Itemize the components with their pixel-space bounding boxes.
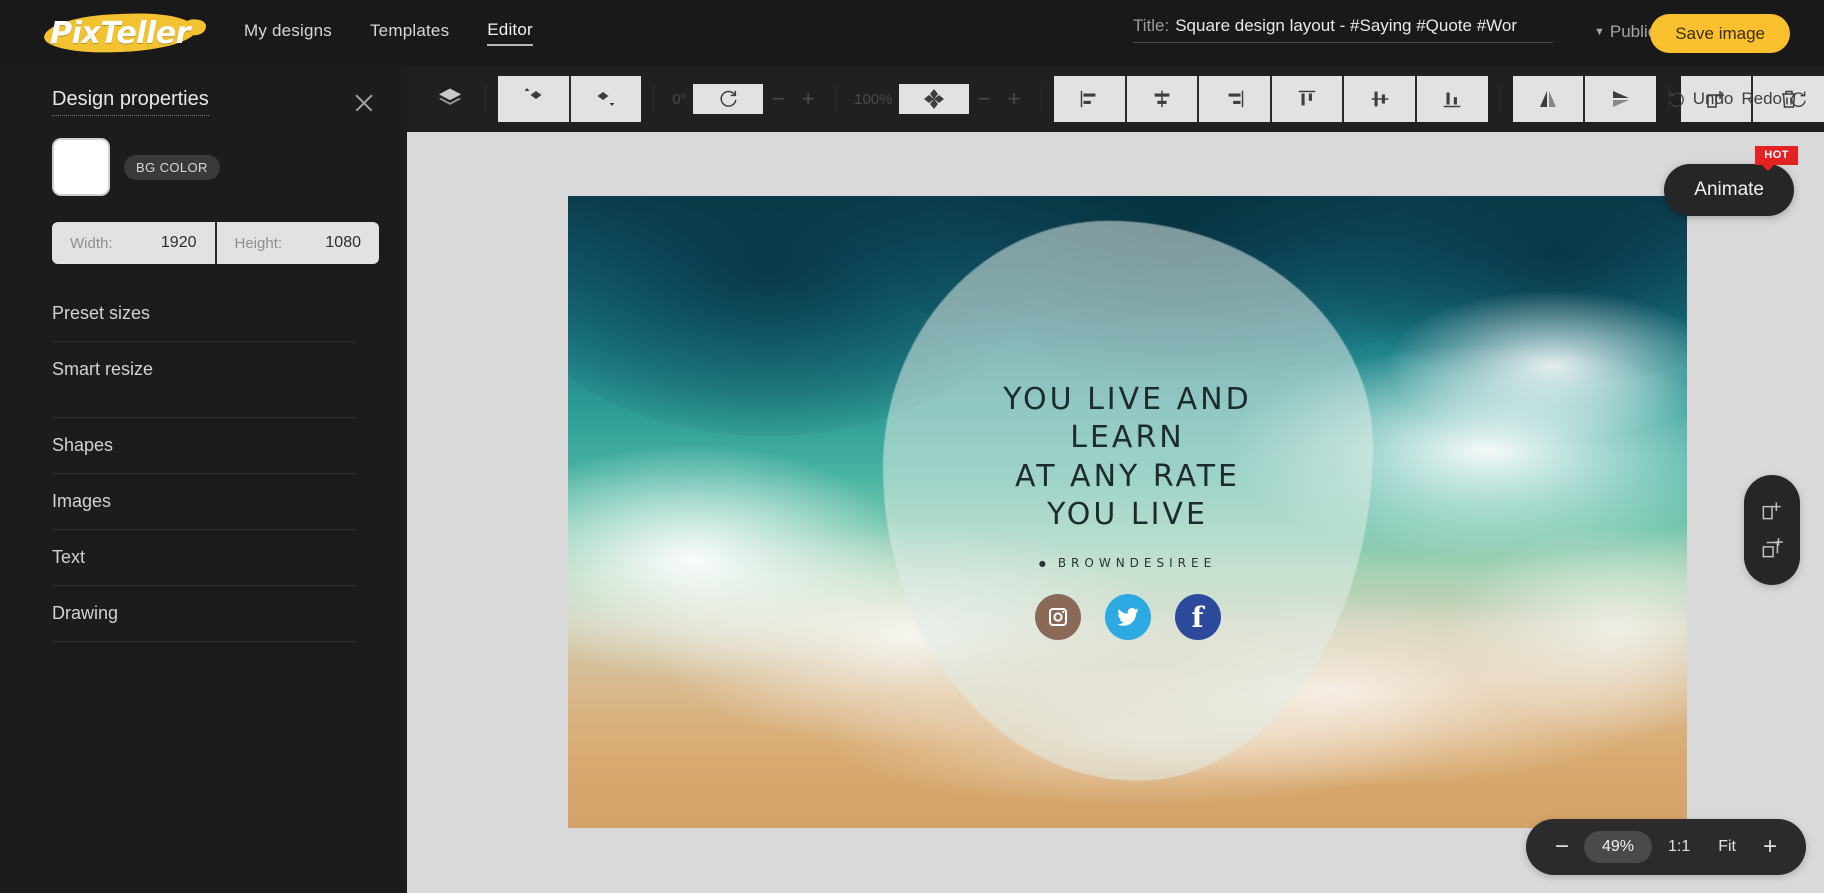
bg-color-swatch[interactable] (52, 138, 110, 196)
undo-label: Undo (1692, 89, 1734, 108)
align-top-icon[interactable] (1269, 76, 1343, 122)
pixteller-logo[interactable]: PixTeller (40, 8, 200, 58)
canvas-size-fields: Width: 1920 Height: 1080 (52, 222, 379, 264)
close-icon[interactable] (351, 90, 377, 116)
redo-icon (1791, 91, 1806, 107)
toolbar-separator (485, 85, 486, 113)
sidebar-item-shapes[interactable]: Shapes (52, 417, 355, 474)
pixteller-editor: PixTeller My designs Templates Editor Ti… (0, 0, 1824, 893)
undo-icon (1668, 91, 1684, 107)
opacity-value: 100% (854, 90, 893, 108)
nav-item-my-designs[interactable]: My designs (244, 21, 332, 45)
zoom-in-button[interactable]: + (1752, 835, 1788, 859)
width-input[interactable]: Width: 1920 (52, 222, 215, 264)
flip-horizontal-icon[interactable] (1512, 76, 1584, 122)
zoom-out-button[interactable]: − (1544, 835, 1580, 859)
zoom-controls: − 49% 1:1 Fit + (1525, 819, 1806, 875)
save-image-button[interactable]: Save image (1650, 14, 1790, 53)
width-label: Width: (70, 234, 113, 252)
sidebar-menu: Preset sizes Smart resize Shapes Images … (0, 286, 407, 642)
history-controls: Undo Redo (1667, 66, 1808, 132)
object-toolbar: 0° − + 100% − + Undo Redo (407, 66, 1824, 132)
design-title-field[interactable]: Title: Square design layout - #Saying #Q… (1133, 16, 1553, 43)
flip-vertical-icon[interactable] (1583, 76, 1656, 122)
rotate-icon[interactable] (692, 84, 764, 114)
rotation-increase-button[interactable]: + (793, 88, 823, 110)
water-texture (1328, 196, 1687, 386)
zoom-actual-size-button[interactable]: 1:1 (1656, 838, 1702, 856)
height-label: Height: (234, 234, 283, 252)
align-left-icon[interactable] (1054, 76, 1125, 122)
logo-text: PixTeller (50, 15, 190, 51)
add-page-controls (1744, 475, 1800, 585)
toolbar-separator (1499, 85, 1501, 113)
sidebar-item-drawing[interactable]: Drawing (52, 586, 355, 642)
toolbar-separator (1041, 85, 1043, 113)
background-color-row: BG COLOR (0, 116, 407, 196)
hot-badge: HOT (1755, 146, 1798, 171)
redo-button[interactable]: Redo (1741, 89, 1808, 109)
toolbar-separator (835, 85, 837, 113)
bring-forward-icon[interactable] (498, 76, 569, 122)
zoom-fit-button[interactable]: Fit (1706, 838, 1748, 856)
author-handle-text[interactable]: BROWNDESIREE (568, 556, 1687, 570)
nav-item-templates[interactable]: Templates (370, 21, 449, 45)
opacity-increase-button[interactable]: + (999, 88, 1029, 110)
undo-button[interactable]: Undo (1667, 89, 1734, 109)
menu-divider-gap (0, 397, 407, 417)
opacity-icon[interactable] (898, 84, 970, 114)
social-icons-group: f (568, 594, 1687, 640)
add-page-icon[interactable] (1759, 536, 1785, 562)
opacity-decrease-button[interactable]: − (969, 88, 999, 110)
quote-line: YOU LIVE AND (1003, 382, 1252, 417)
nav-item-editor[interactable]: Editor (487, 20, 533, 46)
chevron-down-icon: ▼ (1594, 25, 1605, 38)
panel-title: Design properties (52, 88, 209, 116)
panel-header: Design properties (0, 66, 407, 116)
canvas-workspace[interactable]: YOU LIVE AND LEARN AT ANY RATE YOU LIVE … (407, 132, 1824, 893)
redo-label: Redo (1741, 89, 1782, 108)
facebook-icon[interactable]: f (1174, 594, 1221, 640)
sidebar-item-text[interactable]: Text (52, 530, 355, 586)
design-title-label: Title: (1133, 16, 1170, 35)
quote-line: YOU LIVE (1047, 497, 1208, 533)
rotation-decrease-button[interactable]: − (763, 88, 793, 110)
send-backward-icon[interactable] (568, 76, 642, 122)
quote-text[interactable]: YOU LIVE AND LEARN AT ANY RATE YOU LIVE (568, 381, 1687, 535)
add-frame-icon[interactable] (1759, 498, 1785, 524)
design-canvas[interactable]: YOU LIVE AND LEARN AT ANY RATE YOU LIVE … (568, 196, 1687, 828)
sidebar-item-images[interactable]: Images (52, 474, 355, 530)
bg-color-label: BG COLOR (124, 154, 220, 180)
top-navigation-bar: PixTeller My designs Templates Editor Ti… (0, 0, 1824, 66)
quote-line: LEARN (1070, 420, 1185, 456)
height-input[interactable]: Height: 1080 (214, 222, 379, 264)
design-properties-panel: Design properties BG COLOR Width: 1920 H… (0, 66, 407, 893)
sidebar-item-preset-sizes[interactable]: Preset sizes (52, 286, 355, 342)
twitter-icon[interactable] (1104, 594, 1151, 640)
align-bottom-icon[interactable] (1415, 76, 1488, 122)
quote-line: AT ANY RATE (1015, 458, 1240, 494)
align-middle-vertical-icon[interactable] (1342, 76, 1416, 122)
main-nav: My designs Templates Editor (244, 20, 533, 46)
height-value: 1080 (325, 234, 361, 251)
align-right-icon[interactable] (1197, 76, 1270, 122)
animate-button[interactable]: Animate (1664, 164, 1794, 216)
sidebar-item-smart-resize[interactable]: Smart resize (52, 342, 355, 397)
align-center-horizontal-icon[interactable] (1124, 76, 1198, 122)
toolbar-separator (653, 85, 655, 113)
zoom-percent[interactable]: 49% (1583, 831, 1652, 863)
layers-icon[interactable] (427, 76, 473, 122)
width-value: 1920 (160, 234, 197, 251)
rotation-value: 0° (672, 90, 687, 108)
visibility-dropdown[interactable]: ▼ Public (1594, 22, 1656, 42)
design-title-value[interactable]: Square design layout - #Saying #Quote #W… (1175, 16, 1517, 36)
instagram-icon[interactable] (1034, 594, 1081, 640)
